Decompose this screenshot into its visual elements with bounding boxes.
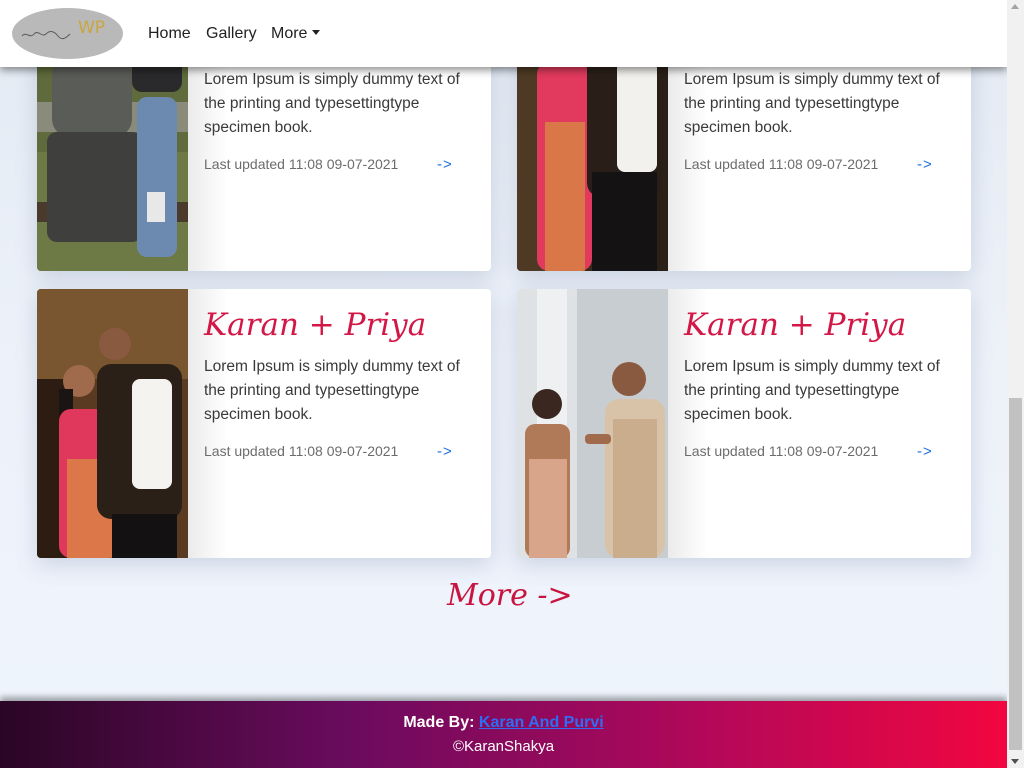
logo-text: WP — [78, 18, 106, 38]
site-logo[interactable]: WP — [12, 8, 123, 59]
card-last-updated: Last updated 11:08 09-07-2021 — [204, 156, 399, 172]
scroll-down-icon[interactable] — [1011, 759, 1019, 764]
top-navbar: WP Home Gallery More — [0, 0, 1007, 67]
card-open-link[interactable]: -> — [917, 443, 933, 460]
card-text: Lorem Ipsum is simply dummy text of the … — [684, 71, 940, 136]
card-text: Lorem Ipsum is simply dummy text of the … — [204, 358, 460, 423]
footer-author-link[interactable]: Karan And Purvi — [479, 714, 604, 731]
card-photo — [517, 289, 668, 558]
nav-gallery[interactable]: Gallery — [206, 25, 257, 43]
scroll-up-icon[interactable] — [1011, 4, 1019, 9]
footer-copyright: ©KaranShakya — [452, 738, 555, 755]
scrollbar-thumb[interactable] — [1009, 398, 1022, 750]
card-open-link[interactable]: -> — [917, 156, 933, 173]
logo-script-icon — [21, 31, 71, 40]
nav-more-label: More — [271, 25, 308, 42]
card-text: Lorem Ipsum is simply dummy text of the … — [204, 71, 460, 136]
more-link[interactable]: More -> — [447, 578, 573, 613]
card-last-updated: Last updated 11:08 09-07-2021 — [684, 443, 879, 459]
card-open-link[interactable]: -> — [437, 156, 453, 173]
card-body: Karan + Priya Lorem Ipsum is simply dumm… — [204, 289, 475, 460]
card-body: Karan + Priya Lorem Ipsum is simply dumm… — [684, 289, 955, 460]
card-open-link[interactable]: -> — [437, 443, 453, 460]
page-viewport: Lorem Ipsum is simply dummy text of the … — [0, 0, 1007, 768]
page-scrollbar[interactable] — [1007, 0, 1024, 768]
card-photo — [37, 289, 188, 558]
nav-more-dropdown[interactable]: More — [271, 25, 321, 43]
card-last-updated: Last updated 11:08 09-07-2021 — [204, 443, 399, 459]
card-title: Karan + Priya — [204, 307, 427, 343]
card-title: Karan + Priya — [684, 307, 907, 343]
caret-down-icon — [312, 30, 321, 35]
site-footer: Made By: Karan And Purvi ©KaranShakya — [0, 701, 1007, 768]
gallery-card[interactable]: Karan + Priya Lorem Ipsum is simply dumm… — [37, 289, 491, 558]
footer-credit: Made By: Karan And Purvi — [0, 714, 1007, 732]
card-text: Lorem Ipsum is simply dummy text of the … — [684, 358, 940, 423]
nav-home[interactable]: Home — [148, 25, 191, 43]
gallery-card[interactable]: Karan + Priya Lorem Ipsum is simply dumm… — [517, 289, 971, 558]
card-last-updated: Last updated 11:08 09-07-2021 — [684, 156, 879, 172]
footer-made-by-label: Made By: — [403, 714, 475, 731]
